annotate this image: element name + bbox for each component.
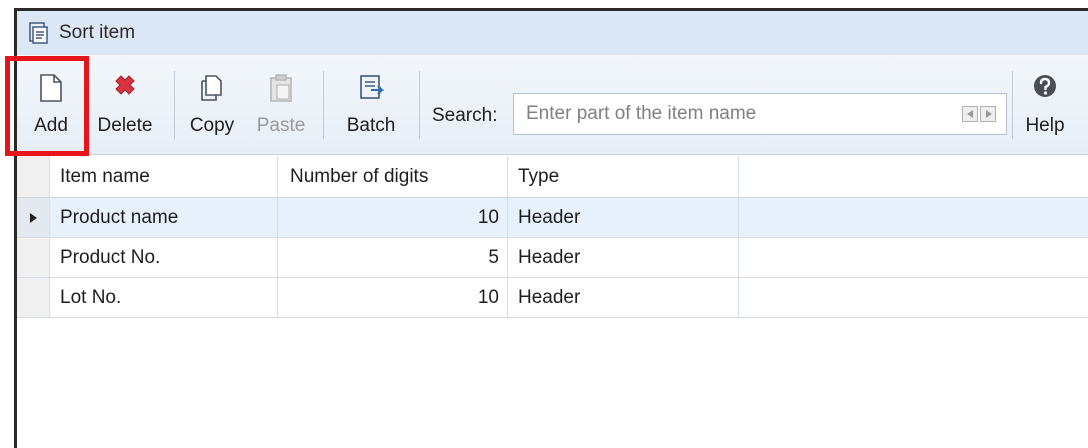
delete-x-icon — [115, 75, 135, 95]
batch-icon — [360, 75, 384, 99]
window-title: Sort item — [59, 22, 136, 43]
row-header-cell — [17, 156, 50, 197]
toolbar-separator — [419, 71, 420, 139]
table-row[interactable]: Product name 10 Header — [17, 198, 1088, 238]
search-prev-icon[interactable] — [962, 106, 978, 122]
title-bar: Sort item — [17, 11, 1088, 55]
cell-digits[interactable]: 5 — [278, 238, 508, 277]
table-row[interactable]: Product No. 5 Header — [17, 238, 1088, 278]
toolbar-separator — [323, 71, 324, 139]
cell-digits[interactable]: 10 — [278, 198, 508, 237]
sort-item-window: Sort item Add Delete Copy Paste Batch Se… — [14, 8, 1088, 448]
items-grid: Item name Number of digits Type Product … — [17, 156, 1088, 448]
cell-filler — [739, 238, 1088, 277]
column-header-item-name[interactable]: Item name — [50, 156, 278, 197]
help-icon — [1034, 75, 1056, 97]
cell-item-name[interactable]: Lot No. — [50, 278, 278, 317]
row-selector[interactable] — [17, 198, 50, 237]
help-button-label: Help — [1025, 115, 1065, 136]
copy-button[interactable]: Copy — [180, 55, 244, 155]
search-box — [513, 93, 1007, 135]
row-selector[interactable] — [17, 278, 50, 317]
batch-button[interactable]: Batch — [335, 55, 407, 155]
column-header-digits[interactable]: Number of digits — [278, 156, 508, 197]
search-label: Search: — [432, 105, 498, 126]
add-button-label: Add — [34, 115, 68, 136]
help-button[interactable]: Help — [1017, 55, 1073, 155]
cell-digits[interactable]: 10 — [278, 278, 508, 317]
paste-button[interactable]: Paste — [249, 55, 313, 155]
toolbar: Add Delete Copy Paste Batch Search: Ente… — [17, 55, 1088, 155]
batch-button-label: Batch — [346, 115, 396, 136]
paste-button-label: Paste — [256, 115, 306, 136]
column-header-filler — [739, 156, 1088, 197]
cell-item-name[interactable]: Product name — [50, 198, 278, 237]
cell-filler — [739, 278, 1088, 317]
row-selector[interactable] — [17, 238, 50, 277]
cell-type[interactable]: Header — [508, 238, 739, 277]
toolbar-separator — [1012, 71, 1013, 139]
cell-item-name[interactable]: Product No. — [50, 238, 278, 277]
delete-button[interactable]: Delete — [85, 55, 165, 155]
delete-button-label: Delete — [97, 115, 153, 136]
add-button[interactable]: Add — [21, 55, 81, 155]
current-row-icon — [29, 212, 37, 223]
cell-type[interactable]: Header — [508, 198, 739, 237]
copy-button-label: Copy — [189, 115, 235, 136]
table-row[interactable]: Lot No. 10 Header — [17, 278, 1088, 318]
cell-type[interactable]: Header — [508, 278, 739, 317]
search-next-icon[interactable] — [980, 106, 996, 122]
document-new-icon — [40, 74, 62, 102]
search-input[interactable] — [514, 94, 934, 134]
copy-icon — [201, 75, 222, 101]
search-nav — [962, 106, 996, 122]
paste-icon — [270, 74, 292, 102]
sort-window-icon — [29, 22, 48, 44]
grid-header: Item name Number of digits Type — [17, 156, 1088, 198]
toolbar-separator — [174, 71, 175, 139]
column-header-type[interactable]: Type — [508, 156, 739, 197]
cell-filler — [739, 198, 1088, 237]
